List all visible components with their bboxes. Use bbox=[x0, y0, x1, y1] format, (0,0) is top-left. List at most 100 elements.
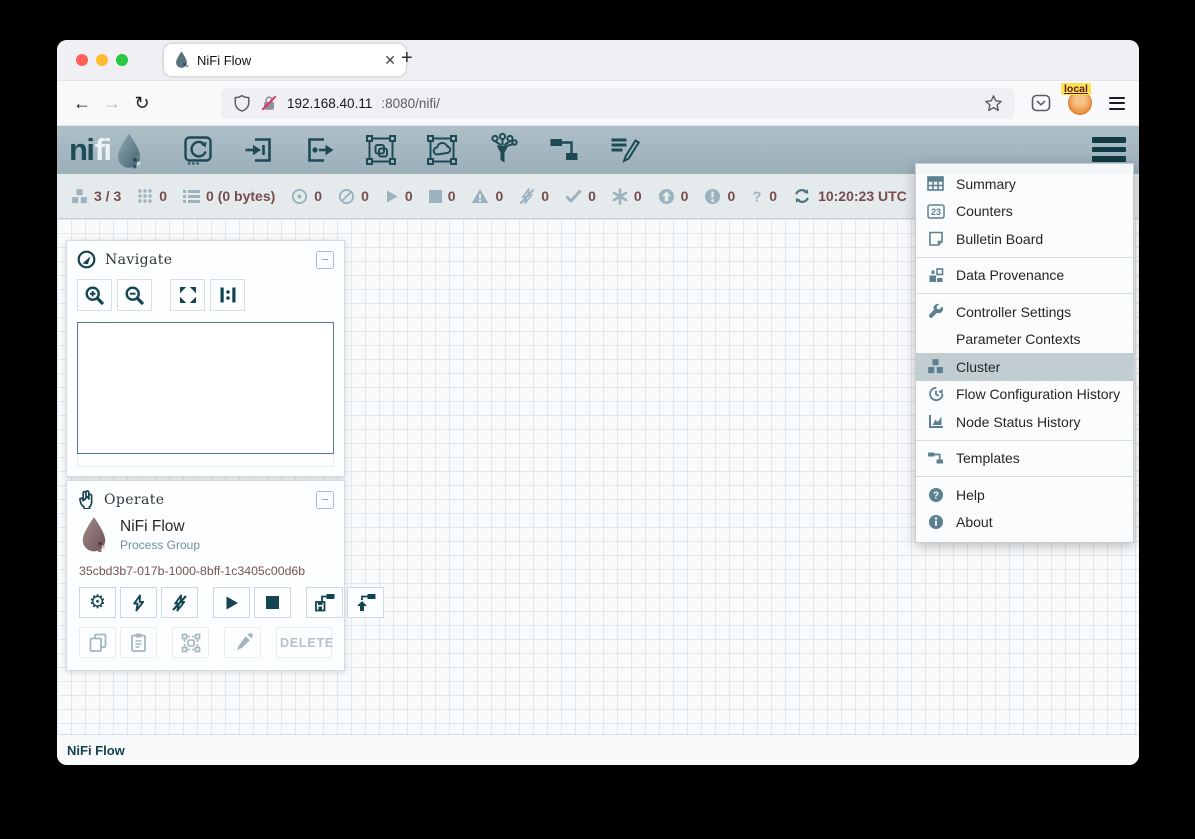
back-icon[interactable]: ← bbox=[67, 88, 97, 118]
menu-item-templates[interactable]: Templates bbox=[916, 445, 1133, 473]
not-transmitting-icon bbox=[338, 188, 355, 205]
configure-button[interactable]: ⚙ bbox=[79, 587, 116, 618]
breadcrumb-bar: NiFi Flow bbox=[57, 734, 1139, 765]
status-locally-modified-count: 0 bbox=[634, 188, 642, 204]
menu-item-label: Help bbox=[956, 487, 985, 503]
fill-color-button bbox=[224, 627, 261, 658]
summary-icon bbox=[926, 176, 945, 191]
stopped-icon bbox=[429, 190, 442, 203]
create-template-button[interactable] bbox=[306, 587, 343, 618]
container-label: local bbox=[1061, 83, 1091, 95]
status-locally-modified: 0 bbox=[612, 188, 642, 205]
navigate-header[interactable]: Navigate − bbox=[67, 241, 344, 274]
menu-item-data-provenance[interactable]: Data Provenance bbox=[916, 262, 1133, 290]
input-port-component[interactable] bbox=[241, 132, 277, 168]
minimize-window-button[interactable] bbox=[96, 54, 108, 66]
status-stopped: 0 bbox=[429, 188, 456, 204]
upload-template-button[interactable] bbox=[347, 587, 384, 618]
menu-item-flow-configuration-history[interactable]: Flow Configuration History bbox=[916, 381, 1133, 409]
status-invalid: 0 bbox=[471, 188, 503, 204]
menu-item-bulletin-board[interactable]: Bulletin Board bbox=[916, 225, 1133, 253]
node-status-history-icon bbox=[926, 414, 945, 429]
status-threads: 0 bbox=[137, 188, 167, 204]
enable-button[interactable] bbox=[120, 587, 157, 618]
browser-menu-icon[interactable] bbox=[1109, 97, 1125, 110]
global-menu-icon[interactable] bbox=[1092, 137, 1126, 162]
menu-divider bbox=[916, 257, 1133, 258]
template-component[interactable] bbox=[546, 132, 582, 168]
menu-item-about[interactable]: About bbox=[916, 509, 1133, 537]
screen: { "browser": { "tab": {"title": "NiFi Fl… bbox=[0, 0, 1195, 839]
status-running: 0 bbox=[385, 188, 413, 204]
funnel-component[interactable] bbox=[485, 132, 521, 168]
menu-item-parameter-contexts[interactable]: Parameter Contexts bbox=[916, 326, 1133, 354]
url-bar[interactable]: 192.168.40.11 :8080/nifi/ bbox=[221, 88, 1015, 119]
process-group-component[interactable] bbox=[363, 132, 399, 168]
browser-tab[interactable]: NiFi Flow ✕ bbox=[164, 44, 406, 76]
status-not-transmitting-count: 0 bbox=[361, 188, 369, 204]
processor-component[interactable] bbox=[180, 132, 216, 168]
menu-item-counters[interactable]: 23Counters bbox=[916, 198, 1133, 226]
menu-item-node-status-history[interactable]: Node Status History bbox=[916, 408, 1133, 436]
flow-type: Process Group bbox=[120, 538, 200, 552]
zoom-fit-button[interactable] bbox=[170, 279, 205, 311]
insecure-lock-icon[interactable] bbox=[260, 94, 278, 112]
global-menu: Summary23CountersBulletin Board Data Prov… bbox=[915, 163, 1134, 543]
operate-actions-secondary: DELETE bbox=[67, 618, 344, 670]
menu-item-label: Templates bbox=[956, 450, 1020, 466]
status-stopped-count: 0 bbox=[448, 188, 456, 204]
tab-title: NiFi Flow bbox=[197, 53, 251, 68]
menu-item-summary[interactable]: Summary bbox=[916, 170, 1133, 198]
delete-button: DELETE bbox=[276, 627, 332, 658]
label-component[interactable] bbox=[607, 132, 643, 168]
last-refreshed-time: 10:20:23 UTC bbox=[818, 188, 907, 204]
disabled-icon bbox=[519, 188, 535, 205]
status-queued: 0 (0 bytes) bbox=[183, 188, 275, 204]
status-not-transmitting: 0 bbox=[338, 188, 369, 205]
operate-header[interactable]: Operate − bbox=[67, 481, 344, 514]
forward-icon[interactable]: → bbox=[97, 88, 127, 118]
output-port-component[interactable] bbox=[302, 132, 338, 168]
refresh-icon[interactable] bbox=[793, 188, 811, 204]
close-window-button[interactable] bbox=[76, 54, 88, 66]
remote-process-group-component[interactable] bbox=[424, 132, 460, 168]
status-sync-failure-count: 0 bbox=[769, 188, 777, 204]
collapse-navigate-button[interactable]: − bbox=[316, 251, 334, 269]
menu-divider bbox=[916, 293, 1133, 294]
zoom-in-button[interactable] bbox=[77, 279, 112, 311]
disable-button[interactable] bbox=[161, 587, 198, 618]
copy-button bbox=[79, 627, 116, 658]
refresh-status[interactable]: 10:20:23 UTC bbox=[793, 188, 907, 204]
breadcrumb-current[interactable]: NiFi Flow bbox=[67, 743, 125, 758]
close-tab-icon[interactable]: ✕ bbox=[384, 52, 396, 69]
reload-icon[interactable]: ↻ bbox=[127, 88, 157, 118]
zoom-window-button[interactable] bbox=[116, 54, 128, 66]
status-stale-count: 0 bbox=[681, 188, 689, 204]
operate-title: Operate bbox=[104, 492, 164, 508]
navbar-right: local bbox=[1031, 91, 1125, 115]
process-group-droplet-icon bbox=[79, 516, 109, 554]
zoom-out-button[interactable] bbox=[117, 279, 152, 311]
collapse-operate-button[interactable]: − bbox=[316, 491, 334, 509]
menu-item-help[interactable]: ?Help bbox=[916, 481, 1133, 509]
bookmark-star-icon[interactable] bbox=[984, 94, 1003, 113]
pocket-icon[interactable] bbox=[1031, 93, 1051, 113]
menu-item-controller-settings[interactable]: Controller Settings bbox=[916, 298, 1133, 326]
account-avatar[interactable]: local bbox=[1068, 91, 1092, 115]
birdseye-minimap[interactable] bbox=[77, 322, 334, 454]
component-palette bbox=[180, 132, 643, 168]
start-button[interactable] bbox=[213, 587, 250, 618]
status-stale: 0 bbox=[658, 188, 689, 205]
menu-item-label: Controller Settings bbox=[956, 304, 1071, 320]
zoom-actual-button[interactable] bbox=[210, 279, 245, 311]
new-tab-button[interactable]: + bbox=[401, 47, 413, 70]
menu-item-cluster[interactable]: Cluster bbox=[916, 353, 1133, 381]
menu-item-label: Node Status History bbox=[956, 414, 1081, 430]
shield-icon[interactable] bbox=[233, 94, 251, 112]
bulletin-board-icon bbox=[926, 231, 945, 247]
status-queued-count: 0 (0 bytes) bbox=[206, 188, 275, 204]
stop-button[interactable] bbox=[254, 587, 291, 618]
status-items: 3 / 300 (0 bytes)0000000000?0 bbox=[71, 188, 777, 205]
stale-icon bbox=[658, 188, 675, 205]
browser-window: NiFi Flow ✕ + ← → ↻ 192.168.40.11 :8080/… bbox=[57, 40, 1139, 765]
